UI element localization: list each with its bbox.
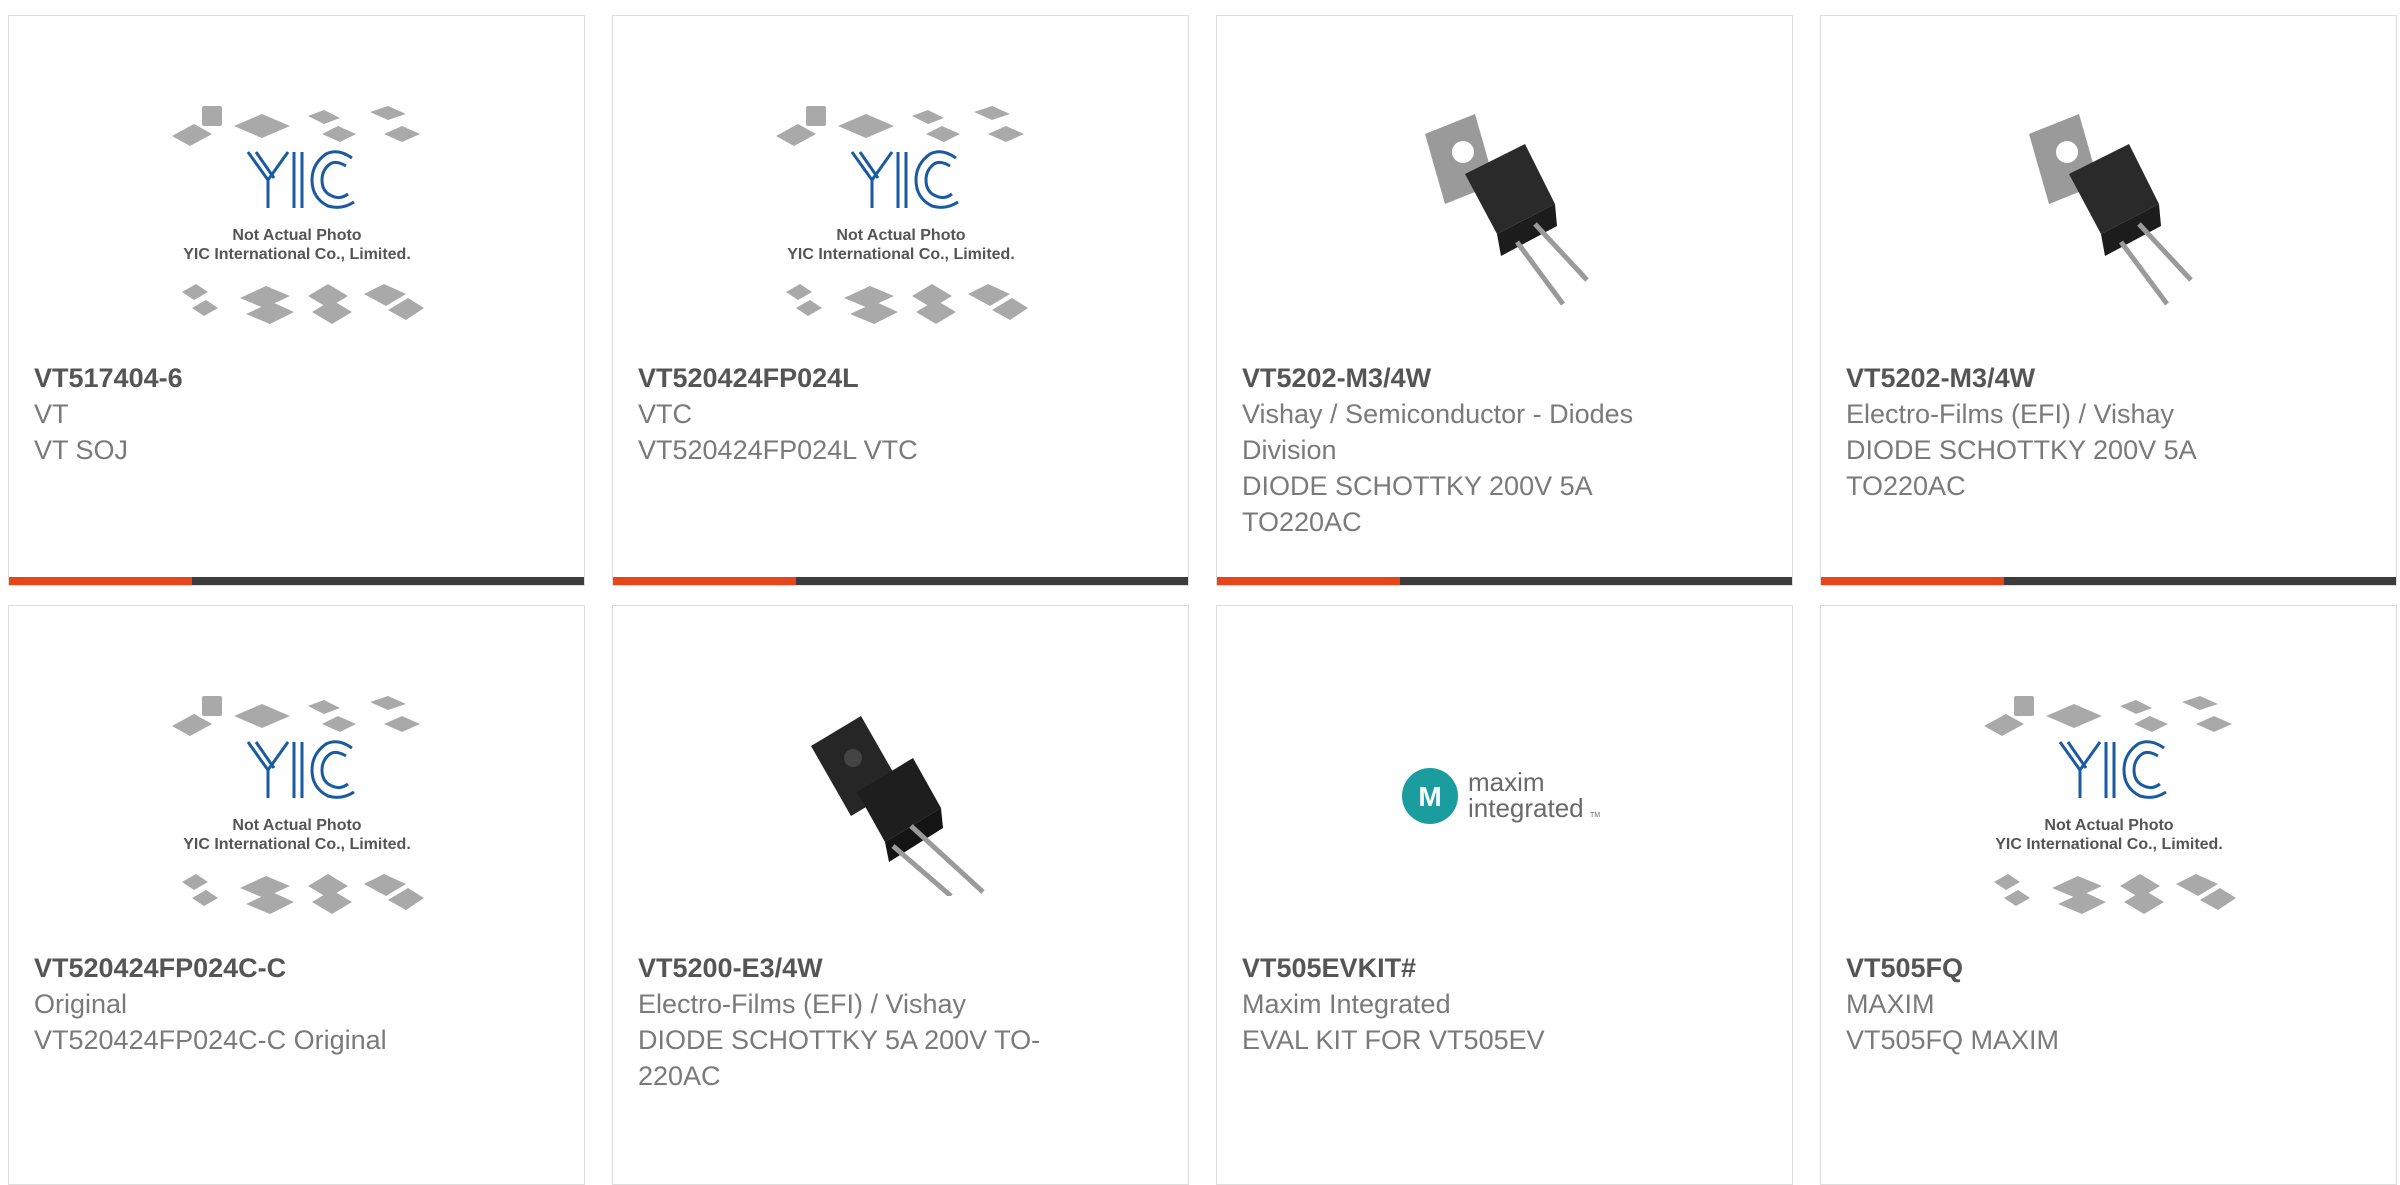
manufacturer: Electro-Films (EFI) / Vishay (638, 989, 967, 1019)
to220-diode-photo (1404, 103, 1605, 309)
description: DIODE SCHOTTKY 200V 5A (1846, 435, 2197, 465)
part-number-link[interactable]: VT5200-E3/4W (638, 950, 1128, 986)
maxim-logo-tm: TM (1590, 812, 1600, 819)
manufacturer: Original (34, 989, 128, 1019)
yic-placeholder-photo: Not Actual Photo YIC International Co., … (171, 695, 424, 914)
placeholder-line1: Not Actual Photo (836, 227, 965, 244)
product-image[interactable] (1821, 56, 2396, 356)
manufacturer: Maxim Integrated (1242, 989, 1451, 1019)
description-cont: 220AC (638, 1061, 721, 1091)
manufacturer: VT (34, 399, 69, 429)
placeholder-line2: YIC International Co., Limited. (787, 246, 1015, 263)
to220-fullpak-diode-photo (800, 696, 1001, 896)
accent-bar (9, 577, 192, 585)
product-card[interactable]: M maxim integrated TM VT505EVKIT# Maxim … (1216, 605, 1793, 1185)
product-image[interactable] (613, 646, 1188, 946)
product-info: VT517404-6 VT VT SOJ (34, 360, 524, 468)
manufacturer: MAXIM (1846, 989, 1935, 1019)
product-grid: Not Actual Photo YIC International Co., … (0, 0, 2400, 1185)
description: VT520424FP024C-C Original (34, 1025, 387, 1055)
description-cont: TO220AC (1846, 471, 1966, 501)
manufacturer-cont: Division (1242, 435, 1337, 465)
manufacturer: VTC (638, 399, 692, 429)
part-number-link[interactable]: VT505EVKIT# (1242, 950, 1732, 986)
part-number-link[interactable]: VT520424FP024C-C (34, 950, 524, 986)
product-card[interactable]: Not Actual Photo YIC International Co., … (612, 15, 1189, 586)
manufacturer: Electro-Films (EFI) / Vishay (1846, 399, 2175, 429)
card-bottom-bar (9, 577, 584, 585)
product-info: VT520424FP024L VTC VT520424FP024L VTC (638, 360, 1128, 468)
description: VT SOJ (34, 435, 129, 465)
description: VT505FQ MAXIM (1846, 1025, 2060, 1055)
product-image[interactable]: Not Actual Photo YIC International Co., … (9, 56, 584, 356)
product-info: VT5202-M3/4W Electro-Films (EFI) / Visha… (1846, 360, 2336, 504)
yic-placeholder-photo: Not Actual Photo YIC International Co., … (1983, 695, 2236, 914)
product-card[interactable]: Not Actual Photo YIC International Co., … (8, 605, 585, 1185)
description: VT520424FP024L VTC (638, 435, 918, 465)
description: DIODE SCHOTTKY 5A 200V TO- (638, 1025, 1041, 1055)
product-image[interactable] (1217, 56, 1792, 356)
product-card[interactable]: Not Actual Photo YIC International Co., … (1820, 605, 2397, 1185)
placeholder-line1: Not Actual Photo (232, 817, 361, 834)
accent-bar (1821, 577, 2004, 585)
product-info: VT5200-E3/4W Electro-Films (EFI) / Visha… (638, 950, 1128, 1094)
placeholder-line1: Not Actual Photo (232, 227, 361, 244)
card-bottom-bar (1821, 577, 2396, 585)
product-info: VT505EVKIT# Maxim Integrated EVAL KIT FO… (1242, 950, 1732, 1058)
product-card[interactable]: VT5202-M3/4W Electro-Films (EFI) / Visha… (1820, 15, 2397, 586)
part-number-link[interactable]: VT520424FP024L (638, 360, 1128, 396)
product-image[interactable]: Not Actual Photo YIC International Co., … (613, 56, 1188, 356)
description: DIODE SCHOTTKY 200V 5A (1242, 471, 1593, 501)
product-info: VT5202-M3/4W Vishay / Semiconductor - Di… (1242, 360, 1732, 540)
to220-diode-photo (2008, 103, 2209, 309)
product-image[interactable]: Not Actual Photo YIC International Co., … (9, 646, 584, 946)
product-image[interactable]: M maxim integrated TM (1217, 646, 1792, 946)
product-card[interactable]: VT5202-M3/4W Vishay / Semiconductor - Di… (1216, 15, 1793, 586)
part-number-link[interactable]: VT5202-M3/4W (1242, 360, 1732, 396)
accent-bar (1217, 577, 1400, 585)
product-card[interactable]: Not Actual Photo YIC International Co., … (8, 15, 585, 586)
placeholder-line2: YIC International Co., Limited. (1995, 836, 2223, 853)
accent-bar (613, 577, 796, 585)
description: EVAL KIT FOR VT505EV (1242, 1025, 1545, 1055)
card-bottom-bar (613, 577, 1188, 585)
svg-text:M: M (1418, 781, 1441, 812)
placeholder-line2: YIC International Co., Limited. (183, 836, 411, 853)
yic-placeholder-photo: Not Actual Photo YIC International Co., … (171, 105, 424, 324)
description-cont: TO220AC (1242, 507, 1362, 537)
maxim-logo-line2: integrated (1468, 793, 1584, 823)
product-info: VT520424FP024C-C Original VT520424FP024C… (34, 950, 524, 1058)
product-image[interactable]: Not Actual Photo YIC International Co., … (1821, 646, 2396, 946)
placeholder-line1: Not Actual Photo (2044, 817, 2173, 834)
placeholder-line2: YIC International Co., Limited. (183, 246, 411, 263)
part-number-link[interactable]: VT5202-M3/4W (1846, 360, 2336, 396)
part-number-link[interactable]: VT517404-6 (34, 360, 524, 396)
product-card[interactable]: VT5200-E3/4W Electro-Films (EFI) / Visha… (612, 605, 1189, 1185)
manufacturer: Vishay / Semiconductor - Diodes (1242, 399, 1634, 429)
part-number-link[interactable]: VT505FQ (1846, 950, 2336, 986)
yic-placeholder-photo: Not Actual Photo YIC International Co., … (775, 105, 1028, 324)
product-info: VT505FQ MAXIM VT505FQ MAXIM (1846, 950, 2336, 1058)
card-bottom-bar (1217, 577, 1792, 585)
maxim-integrated-logo: M maxim integrated TM (1401, 767, 1600, 824)
